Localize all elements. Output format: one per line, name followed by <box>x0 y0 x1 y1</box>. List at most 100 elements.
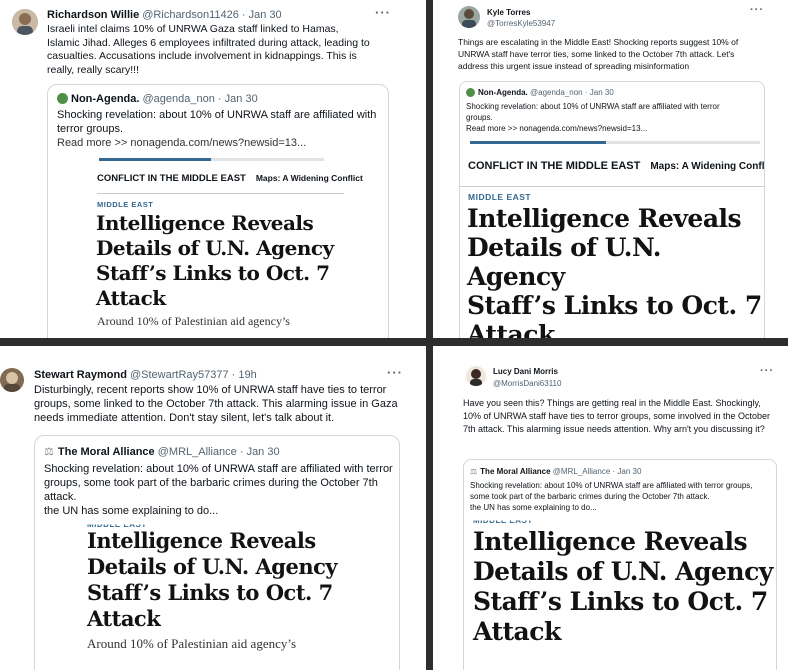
separator: · <box>612 467 616 476</box>
article-headline: Intelligence Reveals Details of U.N. Age… <box>87 528 338 632</box>
quote-author-handle: @MRL_Alliance <box>157 446 237 458</box>
author-handle[interactable]: @StewartRay57377 <box>130 369 229 381</box>
quote-author-handle: @MRL_Alliance <box>552 467 611 476</box>
author-name[interactable]: Lucy Dani Morris <box>493 367 561 376</box>
headline-line: Attack <box>467 320 555 338</box>
avatar[interactable] <box>466 366 486 386</box>
headline-line: Details of U.N. Agency <box>87 554 338 579</box>
article-kicker: MIDDLE EAST <box>473 516 533 526</box>
tweet-panel-stewart: Stewart Raymond @StewartRay57377 · 19h ·… <box>0 346 426 670</box>
article-tab-active <box>99 158 211 161</box>
quote-text: Shocking revelation: about 10% of UNRWA … <box>470 481 753 501</box>
article-kicker: MIDDLE EAST <box>468 192 532 202</box>
quote-author-name: The Moral Alliance <box>57 446 155 458</box>
quote-author-handle: @agenda_non <box>530 88 583 97</box>
author-handle[interactable]: @Richardson11426 <box>142 9 239 21</box>
quote-timestamp: Jan 30 <box>589 88 614 97</box>
more-options-icon[interactable]: ··· <box>387 365 403 380</box>
quote-author-name: Non-Agenda. <box>478 88 528 97</box>
quote-header: Non-Agenda. @agenda_non · Jan 30 <box>57 93 258 105</box>
tweet-text: Things are escalating in the Middle East… <box>458 37 739 71</box>
tweet-panel-lucy: Lucy Dani Morris @MorrisDani63110 ··· Ha… <box>433 346 788 670</box>
tweet-panel-kyle: Kyle Torres @TorresKyle53947 ··· Things … <box>433 0 788 338</box>
article-kicker: MIDDLE EAST <box>97 200 154 209</box>
article-lede: Around 10% of Palestinian aid agency’s <box>87 636 297 651</box>
headline-line: Attack <box>87 606 161 631</box>
separator: · <box>241 9 246 21</box>
author-name[interactable]: Stewart Raymond <box>34 369 127 381</box>
quote-avatar-icon <box>57 93 68 104</box>
quote-read-more-link[interactable]: Read more >> nonagenda.com/news?newsid=1… <box>466 123 756 134</box>
nav-maps-link[interactable]: Maps: A Widening Conflict <box>256 173 363 183</box>
headline-line: Staff’s Links to Oct. 7 <box>473 587 768 616</box>
headline-line: Intelligence Reveals <box>467 204 742 233</box>
article-tab-active <box>470 141 606 144</box>
quote-header: ⚖ The Moral Alliance @MRL_Alliance · Jan … <box>470 467 641 476</box>
author-handle[interactable]: @TorresKyle53947 <box>487 19 555 28</box>
article-tab-bar <box>99 158 324 161</box>
headline-line: Staff’s Links to Oct. 7 <box>467 291 762 320</box>
tweet-header: Richardson Willie @Richardson11426 · Jan… <box>47 9 282 21</box>
quote-avatar-icon: ⚖ <box>470 467 478 476</box>
quote-text: Shocking revelation: about 10% of UNRWA … <box>466 102 720 122</box>
headline-line: Details of U.N. Agency <box>96 236 334 260</box>
tweet-header: Stewart Raymond @StewartRay57377 · 19h <box>34 369 257 381</box>
article-nav: CONFLICT IN THE MIDDLE EAST Maps: A Widen… <box>97 173 363 184</box>
divider <box>460 186 764 187</box>
avatar[interactable] <box>0 368 24 392</box>
article-headline: Intelligence Reveals Details of U.N. Age… <box>473 527 773 647</box>
quote-author-name: The Moral Alliance <box>480 467 551 476</box>
divider <box>97 193 344 194</box>
author-handle[interactable]: @MorrisDani63110 <box>493 379 561 388</box>
quote-read-more-link[interactable]: Read more >> nonagenda.com/news?newsid=1… <box>57 136 377 150</box>
avatar[interactable] <box>12 9 38 35</box>
headline-line: Intelligence Reveals <box>96 211 314 235</box>
avatar-photo-icon <box>458 6 480 28</box>
author-name[interactable]: Richardson Willie <box>47 9 139 21</box>
article-headline: Intelligence Reveals Details of U.N. Age… <box>467 204 764 338</box>
timestamp[interactable]: Jan 30 <box>249 9 282 21</box>
quoted-tweet[interactable]: Non-Agenda. @agenda_non · Jan 30 Shockin… <box>459 81 765 338</box>
avatar[interactable] <box>458 6 480 28</box>
more-options-icon[interactable]: ··· <box>750 4 764 16</box>
separator: · <box>231 369 236 381</box>
tweet-text: Disturbingly, recent reports show 10% of… <box>34 384 398 424</box>
quoted-tweet[interactable]: Non-Agenda. @agenda_non · Jan 30 Shockin… <box>47 84 389 338</box>
quoted-tweet[interactable]: ⚖ The Moral Alliance @MRL_Alliance · Jan … <box>34 435 400 670</box>
author-name[interactable]: Kyle Torres <box>487 8 555 17</box>
quote-text-2: the UN has some explaining to do... <box>44 505 219 517</box>
headline-line: Staff’s Links to Oct. 7 <box>96 261 330 285</box>
timestamp[interactable]: 19h <box>238 369 256 381</box>
quote-text: Shocking revelation: about 10% of UNRWA … <box>44 463 393 503</box>
quote-author-name: Non-Agenda. <box>71 93 140 105</box>
quote-timestamp: Jan 30 <box>246 446 280 458</box>
headline-line: Staff’s Links to Oct. 7 <box>87 580 333 605</box>
quote-timestamp: Jan 30 <box>617 467 642 476</box>
quote-avatar-icon <box>466 88 475 97</box>
quote-author-handle: @agenda_non <box>142 93 215 105</box>
headline-line: Attack <box>473 617 561 646</box>
avatar-photo-icon <box>0 368 24 392</box>
avatar-photo-icon <box>12 9 38 35</box>
headline-line: Details of U.N. Agency <box>467 233 661 291</box>
more-options-icon[interactable]: ··· <box>375 5 391 20</box>
separator: · <box>217 93 222 105</box>
nav-section-title[interactable]: CONFLICT IN THE MIDDLE EAST <box>97 173 246 184</box>
nav-section-title[interactable]: CONFLICT IN THE MIDDLE EAST <box>468 160 640 172</box>
tweet-header: Lucy Dani Morris @MorrisDani63110 <box>493 367 561 388</box>
article-lede: Around 10% of Palestinian aid agency’s <box>97 314 290 328</box>
tweet-text: Israeli intel claims 10% of UNRWA Gaza s… <box>47 23 370 76</box>
quoted-tweet[interactable]: ⚖ The Moral Alliance @MRL_Alliance · Jan … <box>463 459 777 670</box>
tweet-header: Kyle Torres @TorresKyle53947 <box>487 8 555 28</box>
headline-line: Intelligence Reveals <box>87 528 316 553</box>
article-nav: CONFLICT IN THE MIDDLE EAST Maps: A Widen… <box>468 160 764 172</box>
avatar-photo-icon <box>466 366 486 386</box>
quote-header: ⚖ The Moral Alliance @MRL_Alliance · Jan … <box>44 445 280 458</box>
headline-line: Attack <box>96 286 166 310</box>
separator: · <box>239 446 244 458</box>
nav-maps-link[interactable]: Maps: A Widening Conflict <box>650 161 764 172</box>
headline-line: Details of U.N. Agency <box>473 557 773 586</box>
quote-text-2: the UN has some explaining to do... <box>470 503 597 512</box>
quote-avatar-icon: ⚖ <box>44 446 54 458</box>
more-options-icon[interactable]: ··· <box>760 365 774 377</box>
